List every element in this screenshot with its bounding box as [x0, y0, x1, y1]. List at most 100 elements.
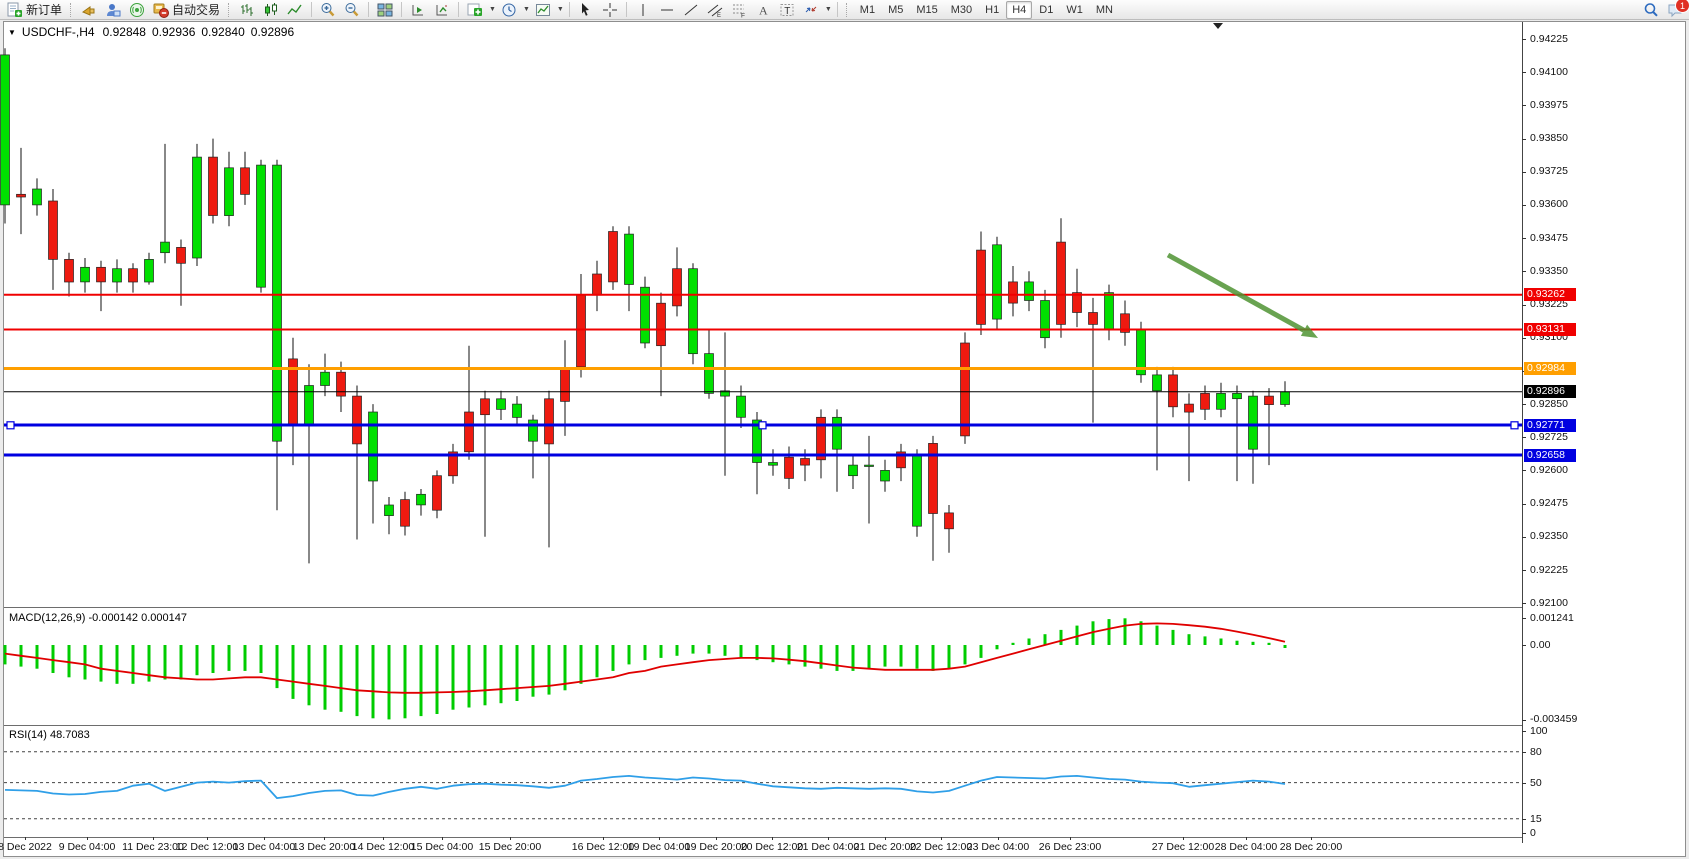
time-label[interactable]: 15 Dec 04:00: [411, 841, 473, 853]
line-selection-handle[interactable]: [759, 422, 766, 429]
meg-horn-button[interactable]: [78, 2, 100, 18]
chart-shift-button[interactable]: [431, 2, 453, 18]
candle-body: [865, 465, 874, 466]
candlestick-chart-button[interactable]: [260, 2, 282, 18]
signal-broadcast-button[interactable]: [126, 2, 148, 18]
timeframe-W1[interactable]: W1: [1060, 1, 1089, 19]
time-tick: [207, 837, 208, 840]
timeframe-M30[interactable]: M30: [945, 1, 978, 19]
time-label[interactable]: 20 Dec 12:00: [741, 841, 803, 853]
timeframe-H4[interactable]: H4: [1006, 1, 1032, 19]
candle-body: [161, 242, 170, 253]
arrows-tool[interactable]: [800, 2, 822, 18]
macd-panel-canvas[interactable]: [4, 610, 1522, 724]
candle-body: [1217, 393, 1226, 409]
price-tick-label: 0.94225: [1530, 33, 1568, 45]
candle-body: [1057, 242, 1066, 324]
timeframe-M1[interactable]: M1: [854, 1, 881, 19]
arrows-dropdown-caret[interactable]: ▼: [825, 6, 832, 13]
profile-user-button[interactable]: [102, 2, 124, 18]
trendline-tool[interactable]: [680, 2, 702, 18]
templates-dropdown-caret[interactable]: ▼: [557, 6, 564, 13]
text-label-tool[interactable]: T: [776, 2, 798, 18]
macd-histogram-bar: [388, 645, 391, 719]
line-selection-handle[interactable]: [1511, 422, 1518, 429]
cursor-button[interactable]: [575, 2, 597, 18]
time-label[interactable]: 14 Dec 12:00: [352, 841, 414, 853]
trend-arrow-head[interactable]: [1301, 325, 1318, 338]
macd-histogram-bar: [1012, 643, 1015, 645]
zoom-in-button[interactable]: [317, 2, 339, 18]
tile-windows-button[interactable]: [374, 2, 396, 18]
candle-body: [609, 232, 618, 282]
rsi-tick-dash: [1522, 819, 1526, 820]
timeframe-MN[interactable]: MN: [1090, 1, 1119, 19]
candle-body: [849, 465, 858, 476]
fibonacci-tool[interactable]: F: [728, 2, 750, 18]
time-label[interactable]: 19 Dec 04:00: [628, 841, 690, 853]
candle-body: [465, 412, 474, 452]
equidistant-channel-tool[interactable]: E: [704, 2, 726, 18]
time-label[interactable]: 13 Dec 20:00: [293, 841, 355, 853]
candle-body: [1265, 396, 1274, 405]
time-label[interactable]: 8 Dec 2022: [0, 841, 52, 853]
chart-forward-button[interactable]: [407, 2, 429, 18]
symbol-dropdown-icon[interactable]: ▼: [8, 28, 16, 37]
new-order-button[interactable]: 新订单: [4, 1, 65, 19]
bar-chart-button[interactable]: [236, 2, 258, 18]
candle-body: [17, 194, 26, 197]
time-label[interactable]: 16 Dec 12:00: [572, 841, 634, 853]
time-label[interactable]: 27 Dec 12:00: [1152, 841, 1214, 853]
auto-trading-button[interactable]: 自动交易: [150, 1, 223, 19]
time-label[interactable]: 26 Dec 23:00: [1039, 841, 1101, 853]
candle-body: [417, 494, 426, 505]
macd-histogram-bar: [708, 645, 711, 654]
macd-histogram-bar: [1268, 643, 1271, 645]
time-label[interactable]: 22 Dec 12:00: [910, 841, 972, 853]
time-label[interactable]: 28 Dec 04:00: [1215, 841, 1277, 853]
line-selection-handle[interactable]: [7, 422, 14, 429]
timeframe-M15[interactable]: M15: [910, 1, 943, 19]
time-label[interactable]: 21 Dec 04:00: [797, 841, 859, 853]
time-label[interactable]: 23 Dec 04:00: [967, 841, 1029, 853]
price-tick-label: 0.92100: [1530, 597, 1568, 609]
time-label[interactable]: 15 Dec 20:00: [479, 841, 541, 853]
periods-clock-button[interactable]: [498, 2, 520, 18]
time-label[interactable]: 19 Dec 20:00: [685, 841, 747, 853]
candle-body: [97, 267, 106, 282]
timeframe-D1[interactable]: D1: [1033, 1, 1059, 19]
timeframe-M5[interactable]: M5: [882, 1, 909, 19]
macd-label: MACD(12,26,9) -0.000142 0.000147: [9, 612, 187, 624]
time-label[interactable]: 9 Dec 04:00: [59, 841, 116, 853]
crosshair-button[interactable]: [599, 2, 621, 18]
candle-body: [689, 269, 698, 354]
chart-shift-marker[interactable]: [1213, 23, 1223, 29]
vertical-line-tool[interactable]: [632, 2, 654, 18]
chat-notification-icon[interactable]: 1: [1667, 2, 1683, 18]
macd-histogram-bar: [116, 645, 119, 684]
search-icon[interactable]: [1643, 2, 1659, 18]
macd-histogram-bar: [36, 645, 39, 669]
text-tool[interactable]: A: [752, 2, 774, 18]
indicators-button[interactable]: [464, 2, 486, 18]
svg-text:E: E: [717, 13, 721, 19]
zoom-out-button[interactable]: [341, 2, 363, 18]
rsi-panel-canvas[interactable]: [4, 727, 1522, 837]
time-label[interactable]: 12 Dec 12:00: [176, 841, 238, 853]
time-label[interactable]: 28 Dec 20:00: [1280, 841, 1342, 853]
indicators-dropdown-caret[interactable]: ▼: [489, 6, 496, 13]
time-label[interactable]: 13 Dec 04:00: [233, 841, 295, 853]
periods-dropdown-caret[interactable]: ▼: [523, 6, 530, 13]
timeframe-H1[interactable]: H1: [979, 1, 1005, 19]
macd-histogram-bar: [836, 645, 839, 671]
templates-button[interactable]: [532, 2, 554, 18]
trend-arrow-line[interactable]: [1168, 255, 1304, 330]
time-label[interactable]: 11 Dec 23:00: [122, 841, 184, 853]
time-label[interactable]: 21 Dec 20:00: [854, 841, 916, 853]
horizontal-line-tool[interactable]: [656, 2, 678, 18]
candle-body: [129, 269, 138, 282]
line-chart-button[interactable]: [284, 2, 306, 18]
candle-body: [1153, 375, 1162, 391]
main-chart-canvas[interactable]: [4, 22, 1522, 607]
candle-body: [33, 189, 42, 205]
